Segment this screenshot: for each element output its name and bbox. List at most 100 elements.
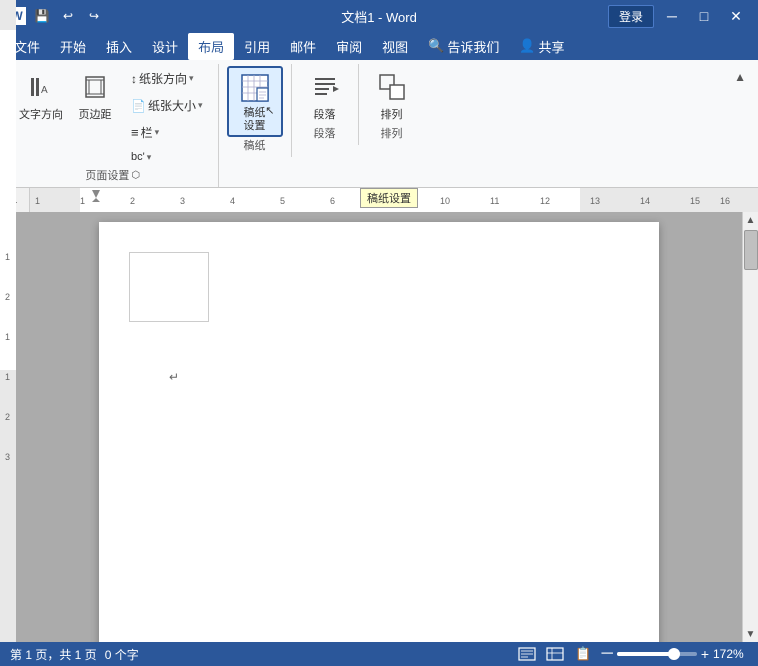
- paper-orientation-icon: ↕: [131, 72, 137, 86]
- menu-share[interactable]: 👤 共享: [509, 33, 574, 60]
- undo-quick-btn[interactable]: ↩: [58, 6, 78, 26]
- page-info: 第 1 页，共 1 页: [10, 646, 97, 663]
- text-direction-button[interactable]: A 文字方向: [16, 66, 66, 125]
- layout-other-icon[interactable]: 📋: [573, 646, 593, 662]
- menu-insert[interactable]: 插入: [96, 33, 142, 60]
- menu-mailing[interactable]: 邮件: [280, 33, 326, 60]
- paper-size-label: 纸张大小: [148, 97, 196, 114]
- ruler-mark: 1: [5, 332, 10, 342]
- paper-size-icon: 📄: [131, 99, 146, 113]
- search-icon: 🔍: [428, 38, 444, 54]
- columns-icon: ≡: [131, 125, 139, 140]
- columns-button[interactable]: ≡ 栏 ▾: [124, 120, 210, 145]
- close-button[interactable]: ✕: [722, 2, 750, 30]
- gaozhi-settings-icon: [239, 72, 271, 104]
- hyphenation-icon: bc': [131, 151, 145, 163]
- paragraph-button[interactable]: 段落: [300, 66, 350, 125]
- redo-quick-btn[interactable]: ↪: [84, 6, 104, 26]
- title-bar-right: 登录 ─ □ ✕: [608, 2, 750, 30]
- scroll-up-button[interactable]: ▲: [743, 212, 758, 228]
- margin-indicator: [129, 252, 209, 322]
- left-ruler: 1 2 1 1 2 3: [0, 212, 16, 642]
- paragraph-icon: [309, 71, 341, 103]
- ribbon-group-page-setup: A 文字方向: [8, 64, 219, 187]
- gaozhi-label: 稿纸: [227, 137, 283, 157]
- maximize-button[interactable]: □: [690, 2, 718, 30]
- gaozhi-settings-button[interactable]: 稿纸设置 ↖: [227, 66, 283, 137]
- text-direction-label: 文字方向: [19, 106, 63, 122]
- page-setup-expand-icon[interactable]: ⬡: [131, 170, 140, 181]
- menu-references[interactable]: 引用: [234, 33, 280, 60]
- page-margins-button[interactable]: 页边距: [70, 66, 120, 125]
- ruler-container: L 1 1 2 3 4 5 6 10 11 12 13 14 15 16 稿纸设: [0, 188, 758, 212]
- hyphenation-arrow: ▾: [147, 152, 152, 163]
- paper-size-arrow: ▾: [198, 100, 203, 111]
- status-left: 第 1 页，共 1 页 0 个字: [10, 646, 139, 663]
- zoom-handle: [668, 648, 680, 660]
- ribbon-group-paragraph: 段落 段落: [292, 64, 359, 145]
- text-direction-icon: A: [25, 71, 57, 103]
- horizontal-ruler[interactable]: 1 1 2 3 4 5 6 10 11 12 13 14 15 16 稿纸设置: [30, 188, 758, 212]
- svg-text:1: 1: [35, 196, 40, 206]
- cursor-indicator: ↖: [265, 104, 274, 117]
- ruler-tooltip: 稿纸设置: [360, 188, 418, 208]
- page-margins-icon: [79, 71, 111, 103]
- layout-print-icon[interactable]: [517, 646, 537, 662]
- zoom-fill: [617, 652, 675, 656]
- paper-orientation-arrow: ▾: [189, 73, 194, 84]
- scroll-down-button[interactable]: ▼: [743, 626, 758, 642]
- page-setup-content: A 文字方向: [16, 66, 210, 167]
- hyphenation-button[interactable]: bc' ▾: [124, 147, 210, 167]
- scroll-thumb[interactable]: [744, 230, 758, 270]
- zoom-plus-button[interactable]: +: [701, 646, 709, 662]
- right-scrollbar[interactable]: ▲ ▼: [742, 212, 758, 642]
- menu-design[interactable]: 设计: [142, 33, 188, 60]
- columns-arrow: ▾: [155, 127, 160, 138]
- menu-layout[interactable]: 布局: [188, 33, 234, 60]
- paper-orientation-label: 纸张方向: [139, 70, 187, 87]
- word-count: 0 个字: [105, 646, 139, 663]
- arrange-icon: [376, 71, 408, 103]
- collapse-icon: ▲: [734, 70, 746, 84]
- layout-web-icon[interactable]: [545, 646, 565, 662]
- menu-view[interactable]: 视图: [372, 33, 418, 60]
- ruler-mark: 2: [5, 292, 10, 302]
- arrange-label: 排列: [381, 106, 403, 122]
- minimize-button[interactable]: ─: [658, 2, 686, 30]
- ribbon-collapse-button[interactable]: ▲: [730, 64, 750, 90]
- ruler-mark: 2: [5, 412, 10, 422]
- svg-text:1: 1: [80, 196, 85, 206]
- ruler-mark: 1: [5, 372, 10, 382]
- arrange-button[interactable]: 排列: [367, 66, 417, 125]
- svg-text:A: A: [41, 85, 48, 96]
- paragraph-content: 段落: [300, 66, 350, 125]
- menu-home[interactable]: 开始: [50, 33, 96, 60]
- zoom-control: ─ + 172%: [601, 645, 748, 663]
- login-button[interactable]: 登录: [608, 5, 654, 28]
- main-area: 1 2 1 1 2 3 ↵ ▲ ▼: [0, 212, 758, 642]
- zoom-minus-button[interactable]: ─: [601, 645, 612, 663]
- menu-search[interactable]: 🔍 告诉我们: [418, 33, 509, 60]
- paper-size-button[interactable]: 📄 纸张大小 ▾: [124, 93, 210, 118]
- ribbon-group-gaozhi: 稿纸设置 ↖ 稿纸: [219, 64, 292, 157]
- doc-scroll-area[interactable]: ↵: [16, 212, 742, 642]
- person-icon: 👤: [519, 38, 535, 54]
- svg-text:5: 5: [280, 196, 285, 206]
- ruler-mark: 1: [5, 252, 10, 262]
- ruler-mark: 3: [5, 452, 10, 462]
- zoom-slider[interactable]: [617, 652, 697, 656]
- svg-text:15: 15: [690, 196, 700, 206]
- paragraph-group-label: 段落: [300, 125, 350, 145]
- cursor-return: ↵: [169, 370, 179, 384]
- zoom-percent: 172%: [713, 647, 748, 661]
- gaozhi-content: 稿纸设置 ↖: [227, 66, 283, 137]
- svg-text:3: 3: [180, 196, 185, 206]
- gaozhi-settings-label: 稿纸设置: [244, 107, 266, 133]
- save-quick-btn[interactable]: 💾: [32, 6, 52, 26]
- title-bar: W 💾 ↩ ↪ 文档1 - Word 登录 ─ □ ✕: [0, 0, 758, 32]
- columns-label: 栏: [141, 124, 153, 141]
- document-page[interactable]: ↵: [99, 222, 659, 642]
- doc-title: 文档1 - Word: [341, 7, 417, 26]
- paper-orientation-button[interactable]: ↕ 纸张方向 ▾: [124, 66, 210, 91]
- menu-review[interactable]: 审阅: [326, 33, 372, 60]
